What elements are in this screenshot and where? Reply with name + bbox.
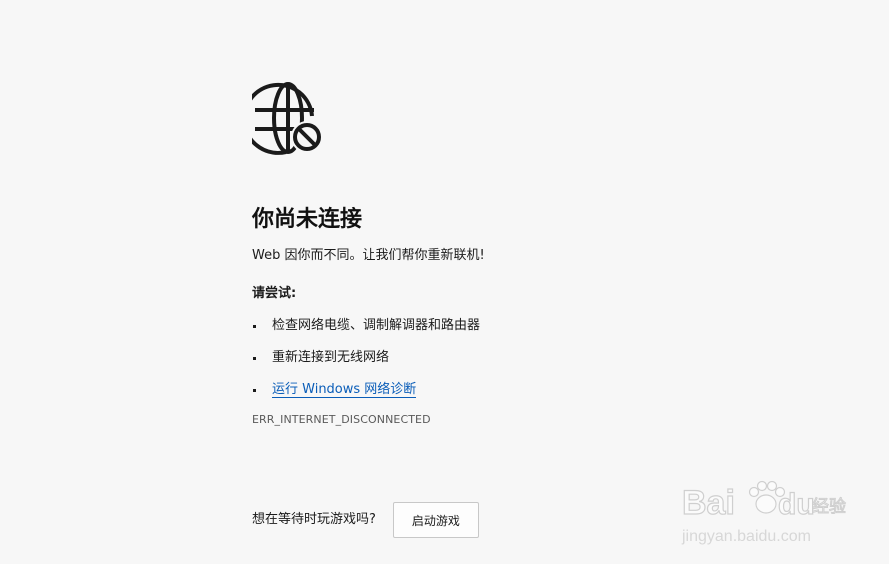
suggestion-list: 检查网络电缆、调制解调器和路由器 重新连接到无线网络 运行 Windows 网络…	[252, 317, 672, 399]
page-title: 你尚未连接	[252, 207, 363, 232]
suggestion-reconnect-wifi: 重新连接到无线网络	[252, 349, 672, 367]
page-subtitle: Web 因你而不同。让我们帮你重新联机!	[252, 248, 485, 263]
suggestion-check-cables: 检查网络电缆、调制解调器和路由器	[252, 317, 672, 335]
watermark-url: jingyan.baidu.com	[681, 528, 811, 545]
bullet-icon	[253, 357, 256, 360]
baidu-watermark: Bai du 经验 jingyan.baidu.com	[681, 480, 847, 545]
start-game-button[interactable]: 启动游戏	[392, 502, 479, 538]
error-code: ERR_INTERNET_DISCONNECTED	[252, 413, 431, 426]
bullet-icon	[253, 325, 256, 328]
network-diagnostics-link[interactable]: 运行 Windows 网络诊断	[272, 382, 417, 398]
globe-blocked-icon	[252, 82, 323, 155]
watermark-brand-suffix: du	[778, 488, 815, 521]
game-row: 想在等待时玩游戏吗? 启动游戏	[252, 502, 479, 538]
try-heading: 请尝试:	[252, 286, 297, 301]
suggestion-text: 检查网络电缆、调制解调器和路由器	[272, 318, 481, 333]
error-page: 你尚未连接 Web 因你而不同。让我们帮你重新联机! 请尝试: 检查网络电缆、调…	[0, 0, 889, 564]
watermark-brand-cn: 经验	[812, 497, 846, 517]
game-prompt: 想在等待时玩游戏吗?	[252, 512, 376, 527]
suggestion-run-diagnostics: 运行 Windows 网络诊断	[252, 381, 672, 399]
watermark-brand: Bai	[682, 484, 735, 522]
error-content: 你尚未连接 Web 因你而不同。让我们帮你重新联机! 请尝试: 检查网络电缆、调…	[252, 82, 672, 427]
bullet-icon	[253, 389, 256, 392]
suggestion-text: 重新连接到无线网络	[272, 350, 390, 365]
